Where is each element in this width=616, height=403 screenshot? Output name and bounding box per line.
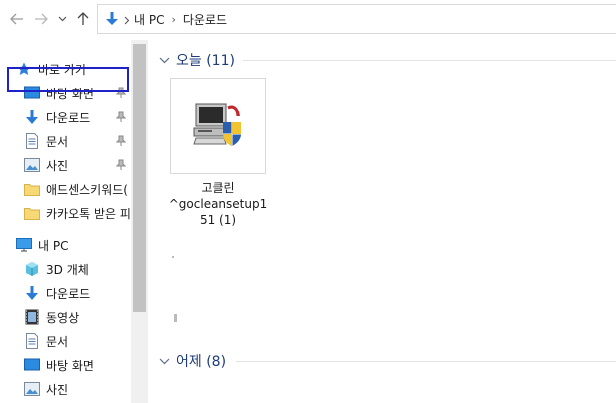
folder-icon [24, 181, 40, 197]
sidebar-item-label: 3D 개체 [46, 262, 89, 277]
group-divider [243, 60, 616, 61]
download-icon [24, 285, 40, 301]
computer-icon [16, 237, 32, 253]
chevron-down-icon [58, 16, 66, 22]
up-arrow-icon [77, 12, 89, 25]
sidebar-item-label: 사진 [46, 382, 69, 397]
recent-locations-button[interactable] [56, 10, 68, 28]
folder-icon [24, 205, 40, 221]
file-name-line: 고클린 [201, 181, 235, 195]
sidebar-scrollbar-thumb[interactable] [133, 44, 146, 312]
pin-icon [115, 135, 127, 147]
sidebar-item-desktop[interactable]: 바탕 화면 [24, 353, 148, 377]
sidebar-item-label: 다운로드 [46, 286, 91, 301]
desktop-icon [24, 357, 40, 373]
back-arrow-icon [10, 13, 23, 25]
chevron-down-icon [158, 355, 170, 367]
installer-computer-shield-icon [193, 103, 241, 146]
address-bar-row: 내 PC › 다운로드 [0, 0, 616, 40]
placeholder-mark [172, 256, 174, 258]
sidebar-item-this-pc[interactable]: 내 PC [16, 233, 146, 257]
sidebar-item-downloads-pinned[interactable]: 다운로드 [24, 105, 148, 129]
sidebar-item-label: 문서 [46, 334, 69, 349]
sidebar-scrollbar[interactable] [131, 40, 148, 403]
breadcrumb: 내 PC › 다운로드 [134, 5, 227, 33]
navigation-pane: 바로 가기 바탕 화면 다운로드 문서 사진 애드센스키워드( 카카오톡 받은 … [0, 40, 148, 403]
file-name-line: ^gocleansetup1 [168, 197, 268, 211]
up-button[interactable] [74, 10, 92, 28]
sidebar-item-label: 문서 [46, 134, 69, 149]
group-header-today[interactable]: 오늘 (11) [158, 50, 235, 70]
pictures-icon [24, 157, 40, 173]
address-box[interactable]: 내 PC › 다운로드 [97, 4, 616, 34]
sidebar-item-label: 사진 [46, 158, 69, 173]
group-divider [236, 361, 616, 362]
forward-arrow-icon [35, 13, 48, 25]
sidebar-item-downloads[interactable]: 다운로드 [24, 281, 148, 305]
pin-icon [115, 159, 127, 171]
sidebar-item-documents-pinned[interactable]: 문서 [24, 129, 148, 153]
download-icon [24, 109, 40, 125]
file-item-gocleansetup[interactable] [170, 78, 266, 174]
pin-icon [115, 111, 127, 123]
sidebar-item-kakaotalk-folder[interactable]: 카카오톡 받은 피 [24, 201, 148, 225]
sidebar-item-label: 카카오톡 받은 피 [46, 206, 131, 221]
breadcrumb-separator-icon: › [171, 12, 176, 26]
3d-objects-icon [24, 261, 40, 277]
file-name-line: 51 (1) [199, 213, 237, 227]
sidebar-item-videos[interactable]: 동영상 [24, 305, 148, 329]
sidebar-item-label: 내 PC [38, 238, 69, 253]
sidebar-item-pictures[interactable]: 사진 [24, 377, 148, 401]
video-icon [24, 309, 40, 325]
group-header-yesterday[interactable]: 어제 (8) [158, 351, 226, 371]
document-icon [24, 133, 40, 149]
sidebar-item-label: 다운로드 [46, 110, 91, 125]
file-list-pane: 오늘 (11) 고클린 ^gocleansetup1 51 (1) 어제 (8) [148, 40, 616, 403]
placeholder-mark [174, 314, 177, 322]
sidebar-item-adsense-folder[interactable]: 애드센스키워드( [24, 177, 148, 201]
forward-button[interactable] [32, 10, 50, 28]
breadcrumb-downloads[interactable]: 다운로드 [183, 11, 227, 28]
chevron-down-icon [158, 54, 170, 66]
breadcrumb-this-pc[interactable]: 내 PC [134, 11, 164, 28]
group-header-label: 어제 (8) [176, 354, 227, 370]
file-item-name[interactable]: 고클린 ^gocleansetup1 51 (1) [162, 180, 274, 228]
download-location-icon [105, 11, 119, 30]
sidebar-item-label: 동영상 [46, 310, 80, 325]
sidebar-item-documents[interactable]: 문서 [24, 329, 148, 353]
pictures-icon [24, 381, 40, 397]
sidebar-item-label: 애드센스키워드( [46, 182, 128, 197]
sidebar-item-label: 바탕 화면 [46, 358, 94, 373]
breadcrumb-separator-icon [124, 14, 130, 28]
document-icon [24, 333, 40, 349]
sidebar-item-3d-objects[interactable]: 3D 개체 [24, 257, 148, 281]
selection-highlight [7, 67, 129, 92]
back-button[interactable] [8, 10, 26, 28]
group-header-label: 오늘 (11) [176, 53, 235, 69]
sidebar-item-pictures-pinned[interactable]: 사진 [24, 153, 148, 177]
